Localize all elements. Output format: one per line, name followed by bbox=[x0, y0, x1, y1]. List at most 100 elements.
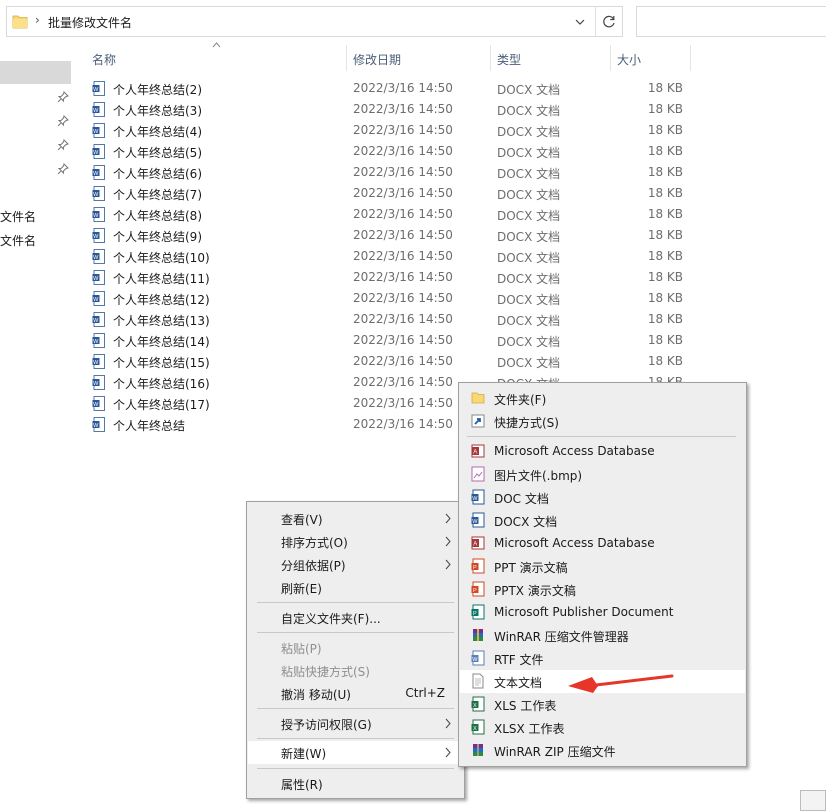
menu-item-refresh[interactable]: 刷新(E) bbox=[248, 576, 463, 599]
menu-item-label: WinRAR ZIP 压缩文件 bbox=[494, 745, 616, 759]
file-size: 18 KB bbox=[647, 312, 683, 326]
svg-text:A: A bbox=[473, 542, 477, 548]
column-divider[interactable] bbox=[346, 45, 347, 71]
file-type: DOCX 文档 bbox=[497, 188, 561, 202]
details-view-button[interactable] bbox=[800, 790, 826, 811]
submenu-item-winrar-zip[interactable]: WinRAR ZIP 压缩文件 bbox=[460, 739, 745, 762]
menu-item-label: 刷新(E) bbox=[281, 582, 322, 596]
file-size: 18 KB bbox=[647, 144, 683, 158]
submenu-item-access-db-2[interactable]: A Microsoft Access Database bbox=[460, 532, 745, 555]
menu-item-label: PPTX 演示文稿 bbox=[494, 584, 576, 598]
menu-item-label: 授予访问权限(G) bbox=[281, 718, 372, 732]
file-size: 18 KB bbox=[647, 249, 683, 263]
file-name: 个人年终总结(11) bbox=[113, 272, 210, 286]
submenu-item-bmp[interactable]: 图片文件(.bmp) bbox=[460, 463, 745, 486]
pin-icon[interactable] bbox=[57, 115, 69, 127]
menu-item-label: 查看(V) bbox=[281, 513, 323, 527]
menu-item-paste-shortcut[interactable]: 粘贴快捷方式(S) bbox=[248, 659, 463, 682]
address-bar[interactable]: › 批量修改文件名 bbox=[6, 6, 623, 37]
chevron-right-icon bbox=[445, 536, 451, 547]
file-type: DOCX 文档 bbox=[497, 251, 561, 265]
chevron-right-icon bbox=[445, 718, 451, 729]
column-divider[interactable] bbox=[610, 45, 611, 71]
file-size: 18 KB bbox=[647, 228, 683, 242]
menu-item-undo[interactable]: 撤消 移动(U) Ctrl+Z bbox=[248, 682, 463, 705]
breadcrumb-chevron-icon: › bbox=[35, 13, 40, 27]
submenu-item-xlsx[interactable]: X XLSX 工作表 bbox=[460, 716, 745, 739]
column-header-name[interactable]: 名称 bbox=[92, 51, 116, 68]
svg-text:W: W bbox=[93, 171, 99, 177]
pin-icon[interactable] bbox=[57, 163, 69, 175]
file-row[interactable]: W 个人年终总结(4) 2022/3/16 14:50 DOCX 文档 18 KB bbox=[90, 120, 690, 141]
submenu-item-ppt[interactable]: P PPT 演示文稿 bbox=[460, 555, 745, 578]
submenu-item-access-db[interactable]: A Microsoft Access Database bbox=[460, 440, 745, 463]
chevron-down-icon[interactable] bbox=[573, 15, 587, 29]
submenu-item-docx[interactable]: W DOCX 文档 bbox=[460, 509, 745, 532]
nav-selected-item[interactable] bbox=[0, 61, 71, 84]
pin-icon[interactable] bbox=[57, 139, 69, 151]
submenu-item-winrar[interactable]: WinRAR 压缩文件管理器 bbox=[460, 624, 745, 647]
file-row[interactable]: W 个人年终总结(11) 2022/3/16 14:50 DOCX 文档 18 KB bbox=[90, 267, 690, 288]
file-date: 2022/3/16 14:50 bbox=[353, 144, 453, 158]
menu-item-group[interactable]: 分组依据(P) bbox=[248, 553, 463, 576]
file-type: DOCX 文档 bbox=[497, 83, 561, 97]
pin-icon[interactable] bbox=[57, 91, 69, 103]
file-row[interactable]: W 个人年终总结(14) 2022/3/16 14:50 DOCX 文档 18 KB bbox=[90, 330, 690, 351]
file-row[interactable]: W 个人年终总结(3) 2022/3/16 14:50 DOCX 文档 18 KB bbox=[90, 99, 690, 120]
file-row[interactable]: W 个人年终总结(8) 2022/3/16 14:50 DOCX 文档 18 KB bbox=[90, 204, 690, 225]
menu-separator bbox=[257, 708, 454, 709]
file-row[interactable]: W 个人年终总结(2) 2022/3/16 14:50 DOCX 文档 18 KB bbox=[90, 78, 690, 99]
column-header-type[interactable]: 类型 bbox=[497, 51, 521, 68]
menu-item-new[interactable]: 新建(W) bbox=[248, 741, 463, 764]
file-name: 个人年终总结(4) bbox=[113, 125, 202, 139]
submenu-item-folder[interactable]: 文件夹(F) bbox=[460, 387, 745, 410]
nav-item-label[interactable]: 文件名 bbox=[0, 208, 36, 225]
word-document-icon: W bbox=[92, 81, 105, 96]
column-header-date[interactable]: 修改日期 bbox=[353, 51, 401, 68]
breadcrumb-path[interactable]: 批量修改文件名 bbox=[48, 14, 132, 31]
file-date: 2022/3/16 14:50 bbox=[353, 375, 453, 389]
column-divider[interactable] bbox=[690, 45, 691, 71]
menu-item-label: 自定义文件夹(F)... bbox=[281, 612, 381, 626]
menu-item-paste[interactable]: 粘贴(P) bbox=[248, 636, 463, 659]
file-row[interactable]: W 个人年终总结(5) 2022/3/16 14:50 DOCX 文档 18 KB bbox=[90, 141, 690, 162]
file-date: 2022/3/16 14:50 bbox=[353, 165, 453, 179]
file-row[interactable]: W 个人年终总结(10) 2022/3/16 14:50 DOCX 文档 18 KB bbox=[90, 246, 690, 267]
refresh-icon[interactable] bbox=[600, 13, 618, 31]
word-document-icon: W bbox=[92, 354, 105, 369]
file-row[interactable]: W 个人年终总结(13) 2022/3/16 14:50 DOCX 文档 18 KB bbox=[90, 309, 690, 330]
file-row[interactable]: W 个人年终总结(7) 2022/3/16 14:50 DOCX 文档 18 KB bbox=[90, 183, 690, 204]
menu-item-sort[interactable]: 排序方式(O) bbox=[248, 530, 463, 553]
file-row[interactable]: W 个人年终总结(15) 2022/3/16 14:50 DOCX 文档 18 KB bbox=[90, 351, 690, 372]
svg-text:W: W bbox=[472, 657, 478, 663]
file-date: 2022/3/16 14:50 bbox=[353, 249, 453, 263]
menu-item-properties[interactable]: 属性(R) bbox=[248, 772, 463, 795]
column-divider[interactable] bbox=[490, 45, 491, 71]
menu-item-grant-access[interactable]: 授予访问权限(G) bbox=[248, 712, 463, 735]
word-document-icon: W bbox=[92, 270, 105, 285]
submenu-item-rtf[interactable]: W RTF 文件 bbox=[460, 647, 745, 670]
file-row[interactable]: W 个人年终总结(9) 2022/3/16 14:50 DOCX 文档 18 KB bbox=[90, 225, 690, 246]
menu-item-label: XLS 工作表 bbox=[494, 699, 557, 713]
svg-text:W: W bbox=[93, 150, 99, 156]
submenu-item-pptx[interactable]: P PPTX 演示文稿 bbox=[460, 578, 745, 601]
file-row[interactable]: W 个人年终总结(12) 2022/3/16 14:50 DOCX 文档 18 KB bbox=[90, 288, 690, 309]
file-name: 个人年终总结(7) bbox=[113, 188, 202, 202]
menu-separator bbox=[257, 738, 454, 739]
submenu-item-publisher[interactable]: P Microsoft Publisher Document bbox=[460, 601, 745, 624]
menu-item-view[interactable]: 查看(V) bbox=[248, 507, 463, 530]
svg-text:W: W bbox=[93, 402, 99, 408]
search-input[interactable] bbox=[636, 6, 826, 37]
submenu-item-xls[interactable]: X XLS 工作表 bbox=[460, 693, 745, 716]
menu-item-customize-folder[interactable]: 自定义文件夹(F)... bbox=[248, 606, 463, 629]
svg-text:W: W bbox=[93, 192, 99, 198]
svg-text:W: W bbox=[93, 255, 99, 261]
file-row[interactable]: W 个人年终总结(6) 2022/3/16 14:50 DOCX 文档 18 KB bbox=[90, 162, 690, 183]
nav-item-label[interactable]: 文件名 bbox=[0, 232, 36, 249]
file-date: 2022/3/16 14:50 bbox=[353, 186, 453, 200]
column-header-size[interactable]: 大小 bbox=[617, 51, 641, 68]
submenu-item-shortcut[interactable]: 快捷方式(S) bbox=[460, 410, 745, 433]
file-name: 个人年终总结(17) bbox=[113, 398, 210, 412]
menu-item-label: Microsoft Publisher Document bbox=[494, 605, 674, 619]
submenu-item-doc[interactable]: W DOC 文档 bbox=[460, 486, 745, 509]
